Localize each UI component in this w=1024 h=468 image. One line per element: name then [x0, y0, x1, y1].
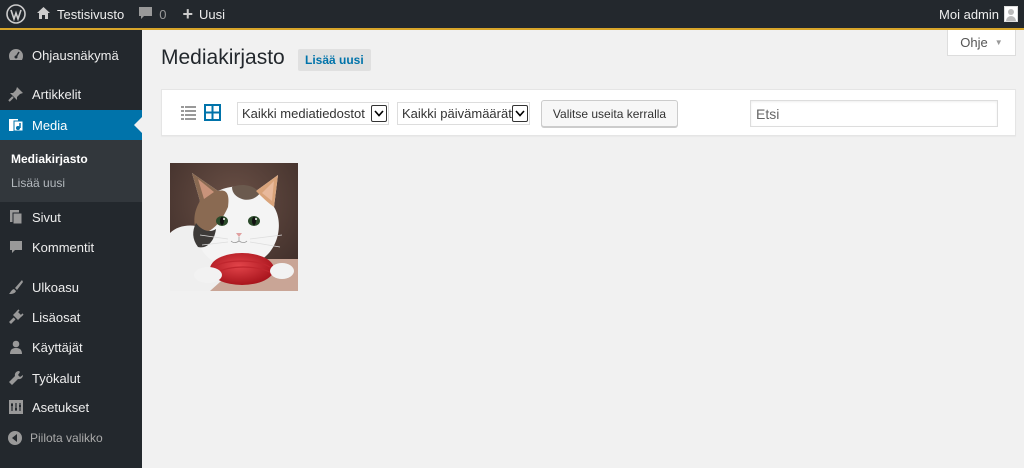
sidebar-item-settings[interactable]: Asetukset: [0, 392, 142, 422]
sidebar-item-users[interactable]: Käyttäjät: [0, 332, 142, 362]
plugin-icon: [8, 309, 24, 325]
plus-icon: +: [182, 4, 193, 24]
sidebar-item-tools[interactable]: Työkalut: [0, 363, 142, 393]
comments-count: 0: [159, 6, 167, 22]
brush-icon: [8, 279, 24, 295]
submenu-item-add-new[interactable]: Lisää uusi: [11, 176, 65, 190]
search-input[interactable]: [750, 100, 998, 127]
caret-down-icon: ▼: [994, 38, 1003, 47]
users-icon: [8, 339, 24, 355]
sidebar-item-label: Ohjausnäkymä: [32, 47, 119, 63]
collapse-menu-button[interactable]: Piilota valikko: [0, 427, 142, 449]
sidebar-item-label: Kommentit: [32, 239, 95, 255]
collapse-menu-label: Piilota valikko: [30, 431, 103, 445]
sidebar-item-appearance[interactable]: Ulkoasu: [0, 272, 142, 302]
list-view-icon[interactable]: [180, 104, 197, 121]
media-toolbar: Kaikki mediatiedostot Kaikki päivämäärät…: [161, 89, 1016, 136]
sidebar-item-label: Media: [32, 117, 68, 133]
media-submenu: Mediakirjasto Lisää uusi: [0, 140, 142, 202]
pin-icon: [8, 86, 24, 102]
date-filter-value: Kaikki päivämäärät: [402, 106, 512, 121]
site-name-label: Testisivusto: [57, 6, 125, 22]
home-icon: [36, 6, 57, 23]
site-name-link[interactable]: Testisivusto: [36, 0, 124, 28]
avatar: [1004, 6, 1018, 22]
media-icon: [8, 117, 24, 133]
account-menu[interactable]: Moi admin: [939, 0, 1018, 28]
new-content-link[interactable]: + Uusi: [182, 0, 225, 28]
sidebar-item-label: Lisäosat: [32, 309, 81, 325]
sidebar-item-pages[interactable]: Sivut: [0, 202, 142, 232]
bulk-select-button[interactable]: Valitse useita kerralla: [541, 100, 678, 127]
sidebar-item-plugins[interactable]: Lisäosat: [0, 302, 142, 332]
wordpress-logo-icon[interactable]: [0, 0, 32, 28]
dashboard-icon: [8, 47, 24, 63]
sidebar-item-label: Sivut: [32, 209, 61, 225]
add-new-button[interactable]: Lisää uusi: [298, 49, 371, 71]
chevron-down-icon: [371, 105, 387, 122]
comment-bubble-icon: [138, 6, 159, 23]
new-content-label: Uusi: [198, 6, 225, 22]
media-attachment-thumbnail[interactable]: [170, 163, 298, 291]
sidebar-item-comments[interactable]: Kommentit: [0, 232, 142, 262]
collapse-arrow-icon: [8, 431, 22, 445]
comments-icon: [8, 239, 24, 255]
sidebar-item-label: Artikkelit: [32, 86, 82, 102]
chevron-down-icon: [512, 105, 528, 122]
submenu-item-library[interactable]: Mediakirjasto: [11, 152, 88, 166]
sidebar-item-dashboard[interactable]: Ohjausnäkymä: [0, 40, 142, 70]
sidebar-item-media[interactable]: Media: [0, 110, 142, 140]
page-title: Mediakirjasto: [161, 46, 285, 69]
cat-photo-image: [170, 163, 298, 291]
date-filter[interactable]: Kaikki päivämäärät: [397, 102, 530, 125]
media-type-filter[interactable]: Kaikki mediatiedostot: [237, 102, 389, 125]
admin-bar: Testisivusto 0 + Uusi Moi admin: [0, 0, 1024, 30]
sidebar-item-label: Käyttäjät: [32, 339, 83, 355]
sidebar-item-label: Asetukset: [32, 399, 90, 415]
grid-view-icon[interactable]: [204, 104, 221, 121]
admin-sidebar: Ohjausnäkymä Artikkelit Media Mediakirja…: [0, 30, 142, 468]
sidebar-item-label: Ulkoasu: [32, 279, 79, 295]
settings-icon: [8, 399, 24, 415]
comments-link[interactable]: 0: [138, 0, 166, 28]
help-label: Ohje: [960, 35, 988, 50]
media-type-filter-value: Kaikki mediatiedostot: [242, 106, 365, 121]
wrench-icon: [8, 370, 24, 386]
account-greeting: Moi admin: [939, 6, 999, 22]
sidebar-item-posts[interactable]: Artikkelit: [0, 79, 142, 109]
sidebar-item-label: Työkalut: [32, 370, 81, 386]
pages-icon: [8, 209, 24, 225]
help-tab-button[interactable]: Ohje ▼: [947, 30, 1016, 56]
